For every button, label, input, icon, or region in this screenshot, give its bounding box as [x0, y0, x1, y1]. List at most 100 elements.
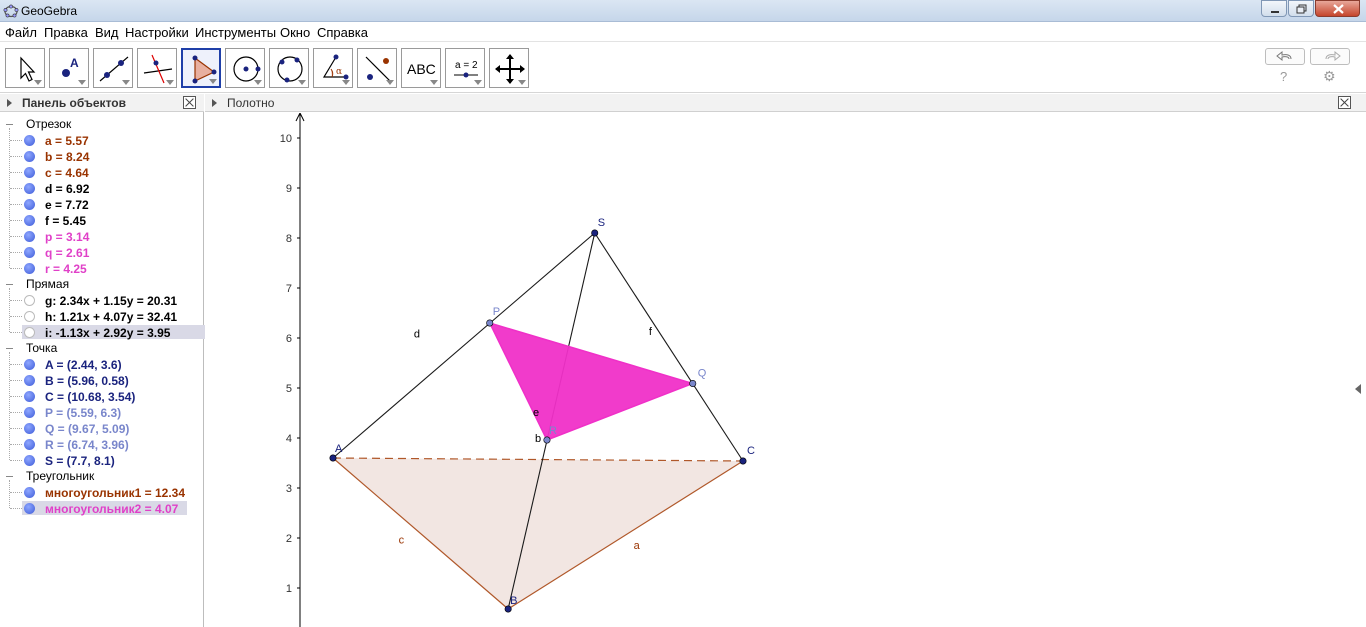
menu-settings[interactable]: Настройки: [125, 25, 189, 40]
line-tool-button[interactable]: [93, 48, 133, 88]
algebra-item[interactable]: q = 2.61: [45, 246, 89, 260]
gear-icon[interactable]: ⚙: [1323, 68, 1336, 85]
minimize-button[interactable]: [1261, 0, 1287, 17]
algebra-item[interactable]: d = 6.92: [45, 182, 89, 196]
algebra-item[interactable]: c = 4.64: [45, 166, 89, 180]
algebra-item[interactable]: b = 8.24: [45, 150, 89, 164]
move-tool-button[interactable]: [5, 48, 45, 88]
point-label-Q[interactable]: Q: [698, 368, 707, 380]
group-label[interactable]: Треугольник: [26, 469, 94, 483]
algebra-item[interactable]: g: 2.34x + 1.15y = 20.31: [45, 294, 177, 308]
algebra-item[interactable]: B = (5.96, 0.58): [45, 374, 129, 388]
menu-tools[interactable]: Инструменты: [195, 25, 276, 40]
algebra-item[interactable]: f = 5.45: [45, 214, 86, 228]
algebra-item[interactable]: P = (5.59, 6.3): [45, 406, 121, 420]
visibility-toggle-icon[interactable]: [24, 391, 35, 402]
visibility-toggle-icon[interactable]: [24, 487, 35, 498]
visibility-toggle-icon[interactable]: [24, 407, 35, 418]
visibility-toggle-icon[interactable]: [24, 135, 35, 146]
menu-window[interactable]: Окно: [280, 25, 310, 40]
algebra-item[interactable]: p = 3.14: [45, 230, 89, 244]
visibility-toggle-icon[interactable]: [24, 439, 35, 450]
undo-button[interactable]: [1265, 48, 1305, 65]
point-label-S[interactable]: S: [598, 217, 605, 229]
group-label[interactable]: Прямая: [26, 277, 69, 291]
visibility-toggle-icon[interactable]: [24, 311, 35, 322]
visibility-toggle-icon[interactable]: [24, 295, 35, 306]
algebra-item[interactable]: a = 5.57: [45, 134, 89, 148]
visibility-toggle-icon[interactable]: [24, 455, 35, 466]
point-label-P[interactable]: P: [493, 306, 500, 318]
visibility-toggle-icon[interactable]: [24, 247, 35, 258]
algebra-item[interactable]: Q = (9.67, 5.09): [45, 422, 129, 436]
text-tool-button[interactable]: ABC: [401, 48, 441, 88]
visibility-toggle-icon[interactable]: [24, 359, 35, 370]
y-tick-label: 7: [286, 283, 292, 295]
group-label[interactable]: Отрезок: [26, 117, 71, 131]
circle-three-points-tool-button[interactable]: [269, 48, 309, 88]
circle-tool-button[interactable]: [225, 48, 265, 88]
segment-label-a[interactable]: a: [634, 540, 641, 552]
polygon-tool-button[interactable]: [181, 48, 221, 88]
visibility-toggle-icon[interactable]: [24, 375, 35, 386]
segment-label-d[interactable]: d: [414, 329, 420, 341]
visibility-toggle-icon[interactable]: [24, 167, 35, 178]
angle-tool-button[interactable]: α: [313, 48, 353, 88]
point-label-B[interactable]: B: [510, 595, 517, 607]
point-label-A[interactable]: A: [335, 443, 343, 455]
visibility-toggle-icon[interactable]: [24, 327, 35, 338]
menu-file[interactable]: Файл: [5, 25, 37, 40]
algebra-item[interactable]: R = (6.74, 3.96): [45, 438, 129, 452]
algebra-item[interactable]: h: 1.21x + 4.07y = 32.41: [45, 310, 177, 324]
point-P[interactable]: [486, 319, 494, 327]
point-label-C[interactable]: C: [747, 445, 755, 457]
algebra-item[interactable]: i: -1.13x + 2.92y = 3.95: [45, 326, 170, 340]
point-tool-button[interactable]: A: [49, 48, 89, 88]
algebra-item[interactable]: r = 4.25: [45, 262, 87, 276]
menu-edit[interactable]: Правка: [44, 25, 88, 40]
help-icon[interactable]: ?: [1280, 69, 1287, 84]
visibility-toggle-icon[interactable]: [24, 263, 35, 274]
expand-arrow-icon[interactable]: [212, 99, 217, 107]
collapse-arrow-icon[interactable]: [1355, 384, 1361, 394]
menu-help[interactable]: Справка: [317, 25, 368, 40]
algebra-item[interactable]: многоугольник2 = 4.07: [45, 502, 178, 516]
redo-button[interactable]: [1310, 48, 1350, 65]
move-graphics-tool-button[interactable]: [489, 48, 529, 88]
segment-label-f[interactable]: f: [649, 326, 653, 338]
point-A[interactable]: [329, 454, 337, 462]
point-label-R[interactable]: R: [549, 425, 557, 437]
point-C[interactable]: [739, 457, 747, 465]
perpendicular-tool-button[interactable]: [137, 48, 177, 88]
polygon-section-triangle[interactable]: [488, 321, 696, 441]
expand-arrow-icon[interactable]: [7, 99, 12, 107]
slider-tool-button[interactable]: a = 2: [445, 48, 485, 88]
segment-label-e[interactable]: e: [533, 407, 539, 419]
algebra-item[interactable]: многоугольник1 = 12.34: [45, 486, 185, 500]
segment-label-b[interactable]: b: [535, 433, 541, 445]
reflect-tool-button[interactable]: [357, 48, 397, 88]
algebra-item[interactable]: A = (2.44, 3.6): [45, 358, 122, 372]
group-label[interactable]: Точка: [26, 341, 57, 355]
graphics-canvas[interactable]: 1 2 3 4 5 6 7 8 9 10 c a d f e b A B C S P Q R: [205, 113, 1366, 627]
algebra-item[interactable]: C = (10.68, 3.54): [45, 390, 135, 404]
restore-button[interactable]: [1288, 0, 1314, 17]
close-window-button[interactable]: [1315, 0, 1360, 17]
visibility-toggle-icon[interactable]: [24, 151, 35, 162]
segment-f[interactable]: [594, 232, 744, 462]
visibility-toggle-icon[interactable]: [24, 199, 35, 210]
close-panel-icon[interactable]: [183, 96, 196, 109]
visibility-toggle-icon[interactable]: [24, 183, 35, 194]
visibility-toggle-icon[interactable]: [24, 503, 35, 514]
algebra-item[interactable]: e = 7.72: [45, 198, 89, 212]
close-panel-icon[interactable]: [1338, 96, 1351, 109]
visibility-toggle-icon[interactable]: [24, 231, 35, 242]
point-S[interactable]: [591, 229, 599, 237]
visibility-toggle-icon[interactable]: [24, 423, 35, 434]
algebra-item[interactable]: S = (7.7, 8.1): [45, 454, 115, 468]
menu-view[interactable]: Вид: [95, 25, 119, 40]
visibility-toggle-icon[interactable]: [24, 215, 35, 226]
point-R[interactable]: [543, 436, 551, 444]
point-Q[interactable]: [689, 379, 697, 387]
segment-label-c[interactable]: c: [399, 535, 405, 547]
